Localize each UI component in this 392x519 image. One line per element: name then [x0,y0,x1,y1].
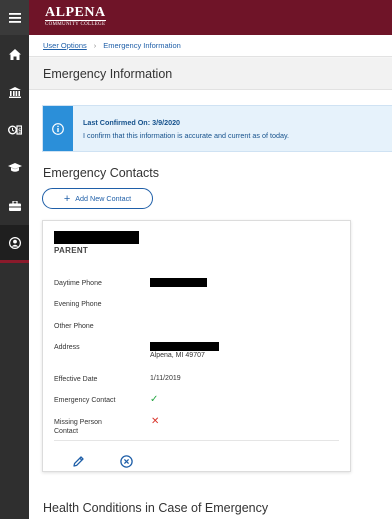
breadcrumb-separator: › [93,41,97,50]
sidebar-item-home[interactable] [0,35,29,73]
home-icon [8,48,21,60]
effective-date-label: Effective Date [54,376,98,383]
breadcrumb: User Options › Emergency Information [29,35,392,57]
add-new-contact-label: Add New Contact [75,194,132,203]
sidebar-item-banking[interactable] [0,73,29,111]
add-new-contact-button[interactable]: + Add New Contact [42,188,153,209]
menu-button[interactable] [0,0,29,35]
alert-text: Last Confirmed On: 3/9/2020 I confirm th… [73,106,289,151]
breadcrumb-current: Emergency Information [103,41,181,50]
other-phone-label: Other Phone [54,323,94,330]
alert-accent [43,106,73,151]
emergency-contacts-heading: Emergency Contacts [43,166,160,180]
page-title: Emergency Information [43,66,173,81]
svg-text:$: $ [18,128,22,135]
logo-subtitle: COMMUNITY COLLEGE [45,20,106,27]
info-icon [52,122,64,135]
health-conditions-heading: Health Conditions in Case of Emergency [43,501,269,515]
edit-contact-button[interactable] [70,453,86,469]
breadcrumb-link-user-options[interactable]: User Options [43,41,87,50]
logo-name: ALPENA [45,5,106,20]
bank-icon [8,86,21,98]
confirmation-alert: Last Confirmed On: 3/9/2020 I confirm th… [42,105,392,152]
plus-icon: + [63,192,71,205]
address-city: Alpena, MI 49707 [150,352,205,359]
confirm-statement[interactable]: I confirm that this information is accur… [83,129,289,142]
page-title-bar: Emergency Information [29,58,392,90]
user-profile-icon [8,236,21,249]
delete-contact-button[interactable] [118,453,134,469]
x-icon: ✕ [151,416,160,427]
sidebar-item-user-options[interactable] [0,225,29,263]
check-icon: ✓ [150,394,159,405]
briefcase-icon [8,201,21,211]
main-content: Last Confirmed On: 3/9/2020 I confirm th… [29,90,392,519]
circle-x-icon [119,454,133,468]
card-divider [54,440,339,441]
emergency-contact-label: Emergency Contact [54,397,116,404]
evening-phone-label: Evening Phone [54,301,102,308]
missing-person-label: Missing Person Contact [54,419,102,435]
contact-card: PARENT Daytime Phone Evening Phone Other… [42,220,351,472]
effective-date-value: 1/11/2019 [150,375,181,382]
address-label: Address [54,344,80,351]
redacted-contact-name [54,231,139,244]
contact-relationship: PARENT [54,246,89,255]
sidebar-item-finance[interactable]: $ [0,111,29,149]
menu-icon [8,12,21,23]
sidebar-item-academics[interactable] [0,149,29,187]
redacted-daytime-phone [150,278,207,287]
daytime-phone-label: Daytime Phone [54,280,102,287]
last-confirmed-text: Last Confirmed On: 3/9/2020 [83,118,181,127]
college-logo[interactable]: ALPENA COMMUNITY COLLEGE [45,6,106,28]
graduation-cap-icon [7,163,22,172]
sidebar: $ [0,0,29,519]
redacted-street-address [150,342,219,351]
finance-icon: $ [7,125,22,135]
sidebar-item-employment[interactable] [0,187,29,225]
top-header: ALPENA COMMUNITY COLLEGE [29,0,392,35]
pencil-icon [72,455,84,467]
